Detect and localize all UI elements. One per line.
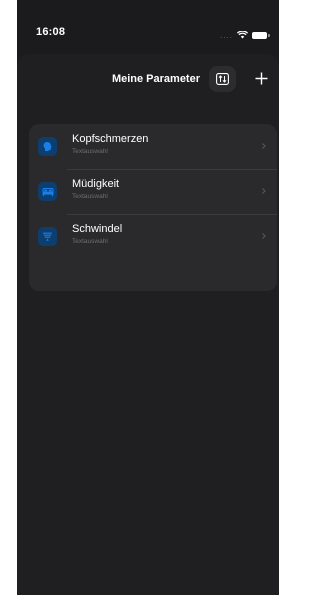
- list-item[interactable]: Schwindel Textauswahl: [29, 214, 277, 259]
- list-item[interactable]: Kopfschmerzen Textauswahl: [29, 124, 277, 169]
- bed-icon: [38, 182, 57, 201]
- add-button[interactable]: [250, 67, 272, 89]
- list-item-subtitle: Textauswahl: [72, 193, 108, 200]
- chevron-right-icon: [262, 188, 266, 194]
- list-item[interactable]: Müdigkeit Textauswahl: [29, 169, 277, 214]
- head-icon: [38, 137, 57, 156]
- list-item-title: Müdigkeit: [72, 178, 120, 190]
- list-item-text: Müdigkeit Textauswahl: [72, 178, 119, 202]
- sort-button[interactable]: [209, 66, 236, 92]
- navigation-bar: Meine Parameter: [17, 54, 279, 104]
- status-time: 16:08: [36, 26, 66, 38]
- battery-icon: [252, 31, 270, 39]
- status-bar: 16:08 ....: [17, 0, 279, 48]
- list-item-text: Kopfschmerzen Textauswahl: [72, 133, 148, 157]
- page-title: Meine Parameter: [111, 73, 200, 85]
- status-icons: ....: [220, 26, 270, 44]
- chevron-right-icon: [262, 143, 266, 149]
- parameter-list: Kopfschmerzen Textauswahl Müdigkeit Text…: [29, 124, 277, 291]
- plus-icon: [255, 72, 267, 84]
- list-item-title: Kopfschmerzen: [72, 133, 149, 145]
- sort-arrows-icon: [216, 73, 229, 85]
- list-item-text: Schwindel Textauswahl: [72, 223, 122, 247]
- list-item-title: Schwindel: [72, 223, 123, 235]
- list-item-subtitle: Textauswahl: [72, 148, 108, 155]
- dizziness-icon: [38, 227, 57, 246]
- wifi-icon: [236, 26, 249, 44]
- signal-icon: ....: [220, 30, 233, 40]
- chevron-right-icon: [262, 233, 266, 239]
- list-item-subtitle: Textauswahl: [72, 238, 108, 245]
- phone-screen: 16:08 .... Meine Parameter Kopfschmerzen…: [17, 0, 279, 595]
